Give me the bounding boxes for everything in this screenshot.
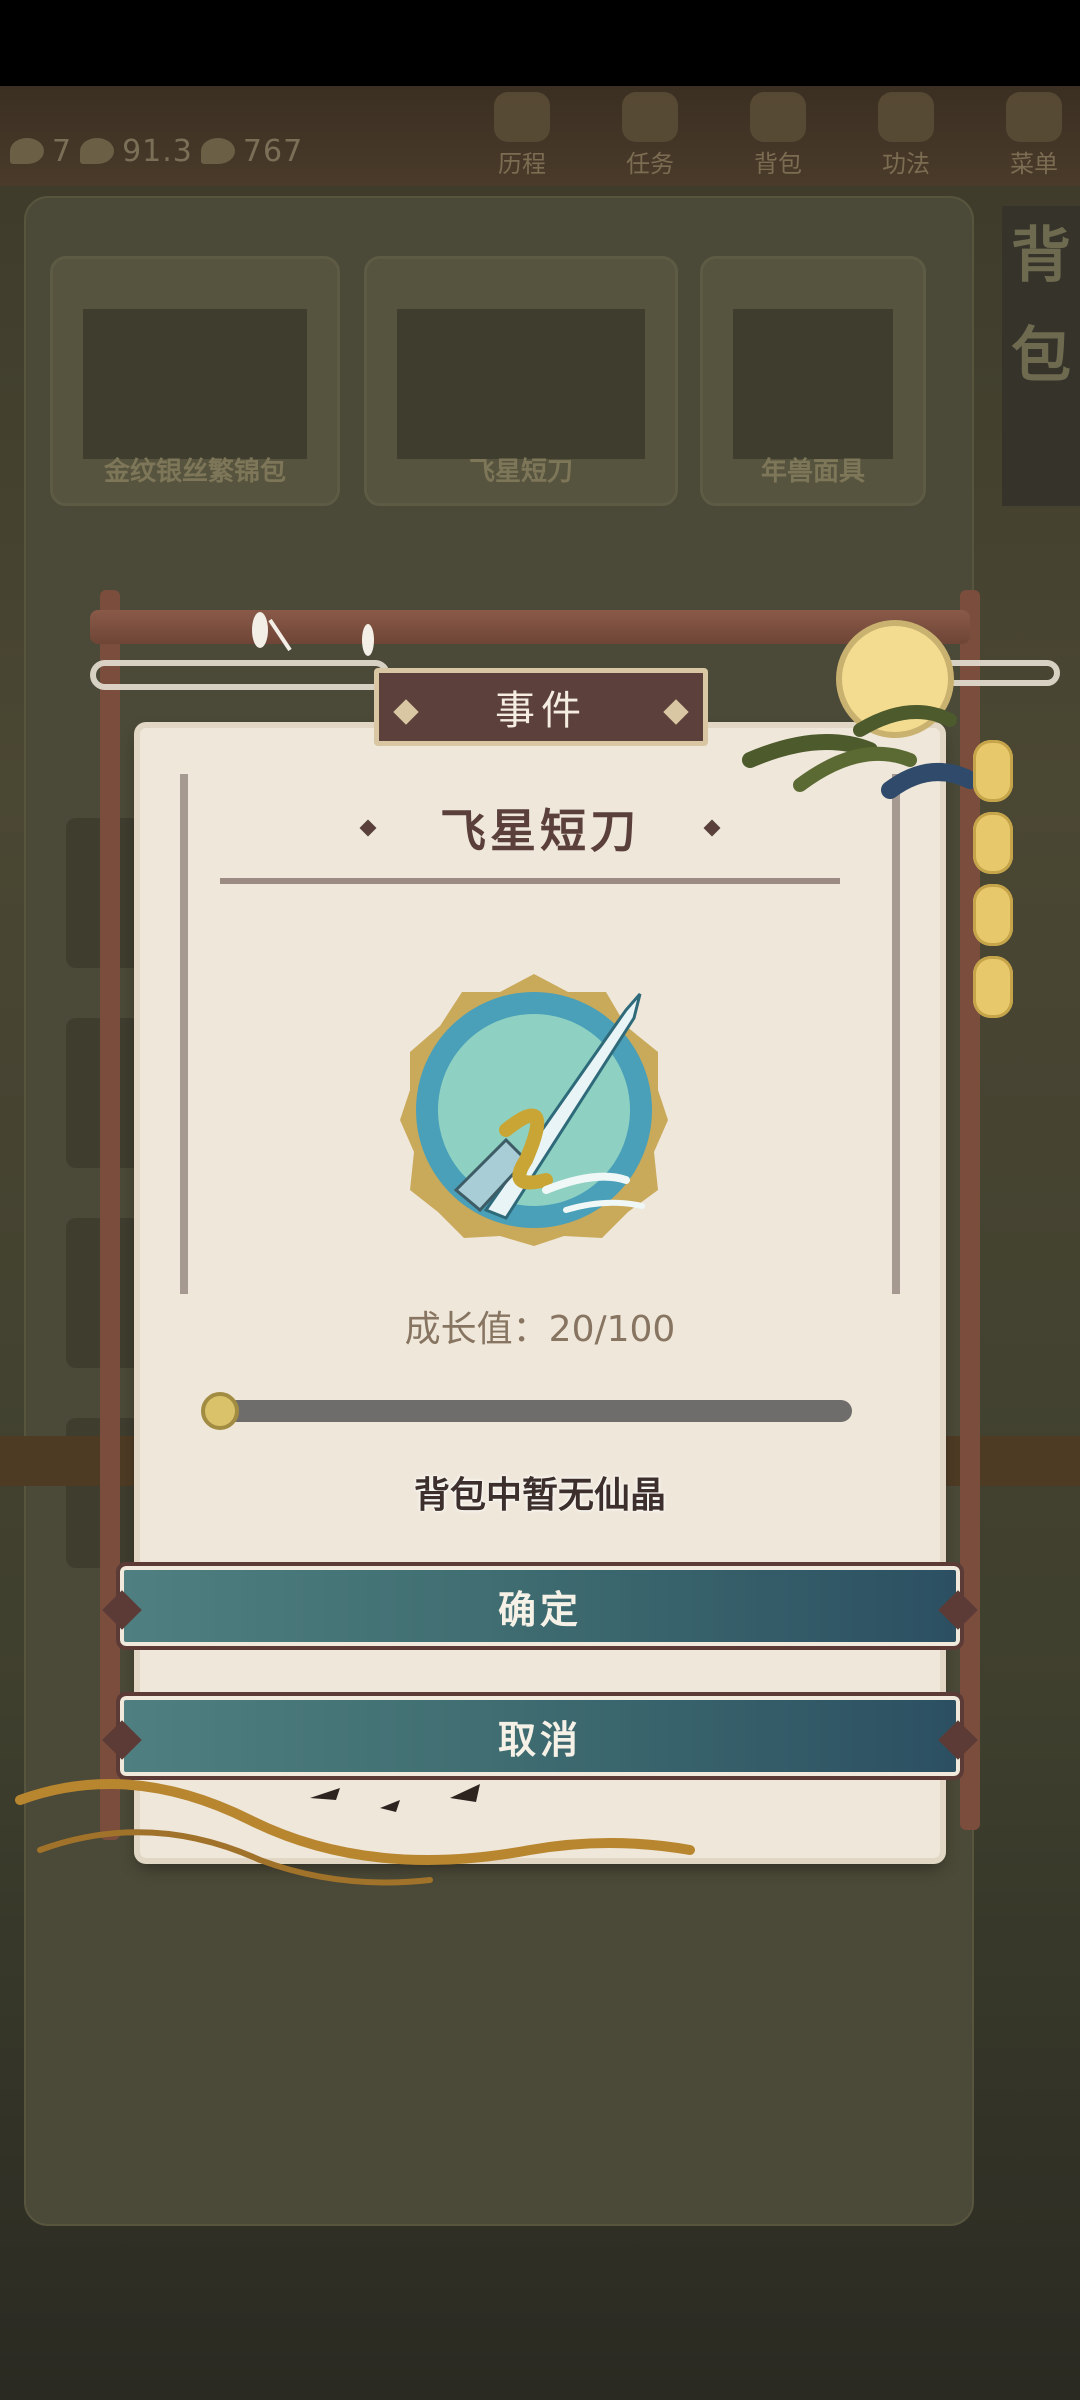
ornament-dot-icon [359, 819, 377, 837]
golden-swirl-icon [15, 1779, 695, 1886]
dialog-title: 事件 [495, 688, 587, 734]
event-dialog: 事件 飞星短刀 成长值：20/100 背包中暂无仙晶 确定 取消 [0, 0, 1080, 2400]
dagger-icon [400, 974, 668, 1246]
progress-knob-icon [201, 1392, 239, 1430]
lantern-icon [973, 812, 1013, 874]
confirm-button[interactable]: 确定 [102, 1562, 978, 1650]
no-crystal-notice: 背包中暂无仙晶 [413, 1475, 666, 1516]
ornament-diamond-icon [663, 699, 689, 725]
growth-progress-bar [201, 1392, 852, 1430]
confirm-button-label: 确定 [497, 1587, 582, 1632]
ornament-dot-icon [703, 819, 721, 837]
ornament-diamond-icon [393, 699, 419, 725]
growth-value-text: 成长值：20/100 [404, 1309, 676, 1350]
dialog-title-box: 事件 [374, 668, 708, 746]
frame-beam [90, 610, 970, 644]
frame-post-left [100, 590, 120, 1840]
perched-birds-icon [252, 612, 374, 656]
lantern-icon [973, 884, 1013, 946]
bamboo-leaves-icon [742, 705, 979, 799]
lantern-string [973, 740, 1015, 1028]
item-name: 飞星短刀 [440, 804, 640, 858]
lantern-icon [973, 956, 1013, 1018]
title-divider [220, 878, 840, 884]
item-name-row: 飞星短刀 [220, 790, 860, 866]
dialog-paper [140, 728, 940, 1858]
lantern-icon [973, 740, 1013, 802]
